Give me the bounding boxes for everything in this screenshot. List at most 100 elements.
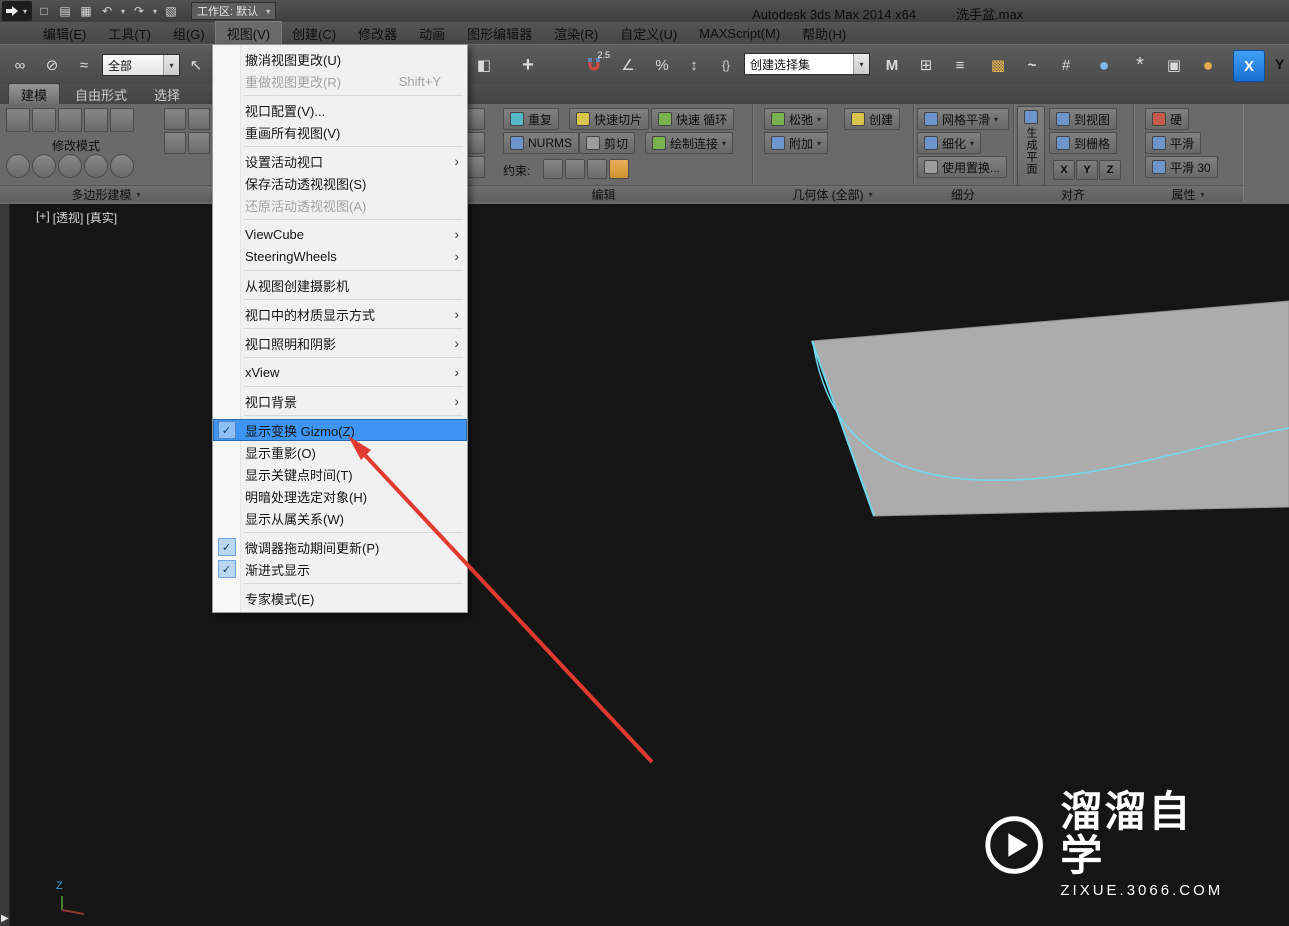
menubar-item-maxscript[interactable]: MAXScript(M) — [688, 22, 791, 44]
select-object-icon[interactable]: ↖ — [182, 51, 210, 79]
menu-item-viewport-background[interactable]: 视口背景 › — [213, 390, 467, 412]
menu-item-create-camera-from-view[interactable]: 从视图创建摄影机 — [213, 274, 467, 296]
angle-snap-icon[interactable]: ∠ — [614, 51, 642, 79]
subobject-vertex-icon[interactable] — [6, 108, 30, 132]
symmetry-tools-icon[interactable] — [164, 132, 186, 154]
menubar-item-graph-editors[interactable]: 图形编辑器 — [456, 22, 543, 44]
align-icon[interactable]: ⊞ — [912, 51, 940, 79]
edit-panel-label[interactable]: 编辑 — [455, 185, 752, 202]
menu-item-show-dependencies[interactable]: 显示从属关系(W) — [213, 507, 467, 529]
undo-caret-icon[interactable]: ▾ — [119, 7, 127, 16]
geometry-all-panel-label[interactable]: 几何体 (全部) ▾ — [752, 185, 913, 202]
use-displacement-button[interactable]: 使用置换... — [917, 156, 1008, 178]
spinner-snap-icon[interactable]: ↕ — [680, 51, 708, 79]
hidden-tool-icon-2[interactable] — [467, 132, 485, 154]
menu-item-viewport-configuration[interactable]: 视口配置(V)... — [213, 99, 467, 121]
curve-editor-icon[interactable]: ~ — [1018, 51, 1046, 79]
new-scene-icon[interactable]: □ — [35, 2, 53, 20]
quickslice-button[interactable]: 快速切片 — [569, 108, 650, 130]
pivot-mode-icon-4[interactable] — [84, 154, 108, 178]
menu-item-shade-selected[interactable]: 明暗处理选定对象(H) — [213, 485, 467, 507]
axis-constraint-y-button[interactable]: Y — [1275, 56, 1284, 72]
menu-item-show-key-times[interactable]: 显示关键点时间(T) — [213, 463, 467, 485]
subobject-element-icon[interactable] — [110, 108, 134, 132]
menu-item-progressive-display[interactable]: ✓ 渐进式显示 — [213, 558, 467, 580]
constraint-none-icon[interactable] — [543, 159, 563, 179]
menu-item-viewcube[interactable]: ViewCube › — [213, 223, 467, 245]
modify-mode-toggle[interactable]: 修改模式 — [52, 137, 100, 154]
graphite-ribbon-toggle-icon[interactable]: ▩ — [984, 51, 1012, 79]
menu-item-viewport-lighting-and-shadows[interactable]: 视口照明和阴影 › — [213, 332, 467, 354]
constraint-normal-icon[interactable] — [609, 159, 629, 179]
window-crossing-icon[interactable]: ◧ — [470, 51, 498, 79]
menu-item-redraw-all-views[interactable]: 重画所有视图(V) — [213, 121, 467, 143]
menubar-item-edit[interactable]: 编辑(E) — [32, 22, 97, 44]
named-selection-sets-caret-icon[interactable]: ▾ — [853, 54, 869, 74]
menubar-item-create[interactable]: 创建(C) — [281, 22, 347, 44]
align-x-button[interactable]: X — [1053, 160, 1075, 180]
perspective-viewport[interactable]: ▶ [+] [透视] [真实] Z 溜溜自学 ZIXUE.3066.COM — [0, 204, 1289, 926]
sink-surface-object[interactable] — [811, 300, 1289, 517]
attach-button[interactable]: 附加 ▾ — [764, 132, 829, 154]
menu-item-xview[interactable]: xView › — [213, 361, 467, 383]
menubar-item-group[interactable]: 组(G) — [162, 22, 216, 44]
subobject-edge-icon[interactable] — [32, 108, 56, 132]
select-and-link-icon[interactable]: ∞ — [6, 51, 34, 79]
menu-item-steeringwheels[interactable]: SteeringWheels › — [213, 245, 467, 267]
menu-item-show-transform-gizmo[interactable]: ✓ 显示变换 Gizmo(Z) — [213, 419, 467, 441]
edit-named-selection-sets-icon[interactable]: {} — [712, 51, 740, 79]
menu-item-material-display-in-viewport[interactable]: 视口中的材质显示方式 › — [213, 303, 467, 325]
subobject-polygon-icon[interactable] — [84, 108, 108, 132]
menu-item-save-active-perspective-view[interactable]: 保存活动透视视图(S) — [213, 172, 467, 194]
material-editor-icon[interactable]: ● — [1090, 51, 1118, 79]
repeat-button[interactable]: 重复 — [503, 108, 560, 130]
ribbon-tab-freeform[interactable]: 自由形式 — [63, 84, 139, 104]
render-setup-icon[interactable]: * — [1126, 51, 1154, 79]
menubar-item-views[interactable]: 视图(V) — [214, 21, 283, 45]
align-to-grid-button[interactable]: 到栅格 — [1049, 132, 1118, 154]
ribbon-tab-modeling[interactable]: 建模 — [8, 83, 61, 104]
smooth-smoothing-button[interactable]: 平滑 — [1145, 132, 1202, 154]
save-file-icon[interactable]: ▦ — [77, 2, 95, 20]
subobject-border-icon[interactable] — [58, 108, 82, 132]
axis-constraint-x-button[interactable]: X — [1233, 50, 1265, 82]
project-folder-icon[interactable]: ▧ — [162, 2, 180, 20]
create-button[interactable]: 创建 — [844, 108, 901, 130]
redo-icon[interactable]: ↷ — [130, 2, 148, 20]
smooth-30-button[interactable]: 平滑 30 — [1145, 156, 1218, 178]
schematic-view-icon[interactable]: # — [1052, 51, 1080, 79]
menubar-item-animation[interactable]: 动画 — [408, 22, 456, 44]
menubar-item-modifiers[interactable]: 修改器 — [347, 22, 408, 44]
rendered-frame-window-icon[interactable]: ▣ — [1160, 51, 1188, 79]
meshsmooth-button[interactable]: 网格平滑 ▾ — [917, 108, 1009, 130]
pivot-mode-icon-3[interactable] — [58, 154, 82, 178]
pivot-mode-icon-5[interactable] — [110, 154, 134, 178]
mirror-icon[interactable]: M — [878, 51, 906, 79]
subdivision-panel-label[interactable]: 细分 — [913, 185, 1013, 202]
generate-topology-icon[interactable] — [188, 108, 210, 130]
hidden-tool-icon-3[interactable] — [467, 156, 485, 178]
ribbon-tab-selection[interactable]: 选择 — [142, 84, 192, 104]
menubar-item-tools[interactable]: 工具(T) — [97, 22, 162, 44]
relax-button[interactable]: 松弛 ▾ — [764, 108, 829, 130]
menu-item-show-ghosting[interactable]: 显示重影(O) — [213, 441, 467, 463]
menubar-item-rendering[interactable]: 渲染(R) — [543, 22, 609, 44]
properties-panel-label[interactable]: 属性 ▾ — [1133, 185, 1243, 202]
toggle-command-panel-icon[interactable] — [188, 132, 210, 154]
collapse-stack-icon[interactable] — [164, 108, 186, 130]
hard-smoothing-button[interactable]: 硬 — [1145, 108, 1190, 130]
menu-item-undo-view-change[interactable]: 撤消视图更改(U) — [213, 48, 467, 70]
open-file-icon[interactable]: ▤ — [56, 2, 74, 20]
paint-connect-button[interactable]: 绘制连接 ▾ — [645, 132, 734, 154]
nurms-button[interactable]: NURMS — [503, 132, 579, 154]
align-z-button[interactable]: Z — [1099, 160, 1121, 180]
polygon-modeling-panel-label[interactable]: 多边形建模 ▾ — [0, 185, 212, 202]
pivot-mode-icon-2[interactable] — [32, 154, 56, 178]
hidden-tool-icon-1[interactable] — [467, 108, 485, 130]
undo-icon[interactable]: ↶ — [98, 2, 116, 20]
menu-item-update-during-spinner-drag[interactable]: ✓ 微调器拖动期间更新(P) — [213, 536, 467, 558]
pivot-mode-icon-1[interactable] — [6, 154, 30, 178]
percent-snap-icon[interactable]: % — [648, 51, 676, 79]
swiftloop-button[interactable]: 快速 循环 — [651, 108, 735, 130]
workspace-selector[interactable]: 工作区: 默认 ▾ — [191, 2, 277, 20]
